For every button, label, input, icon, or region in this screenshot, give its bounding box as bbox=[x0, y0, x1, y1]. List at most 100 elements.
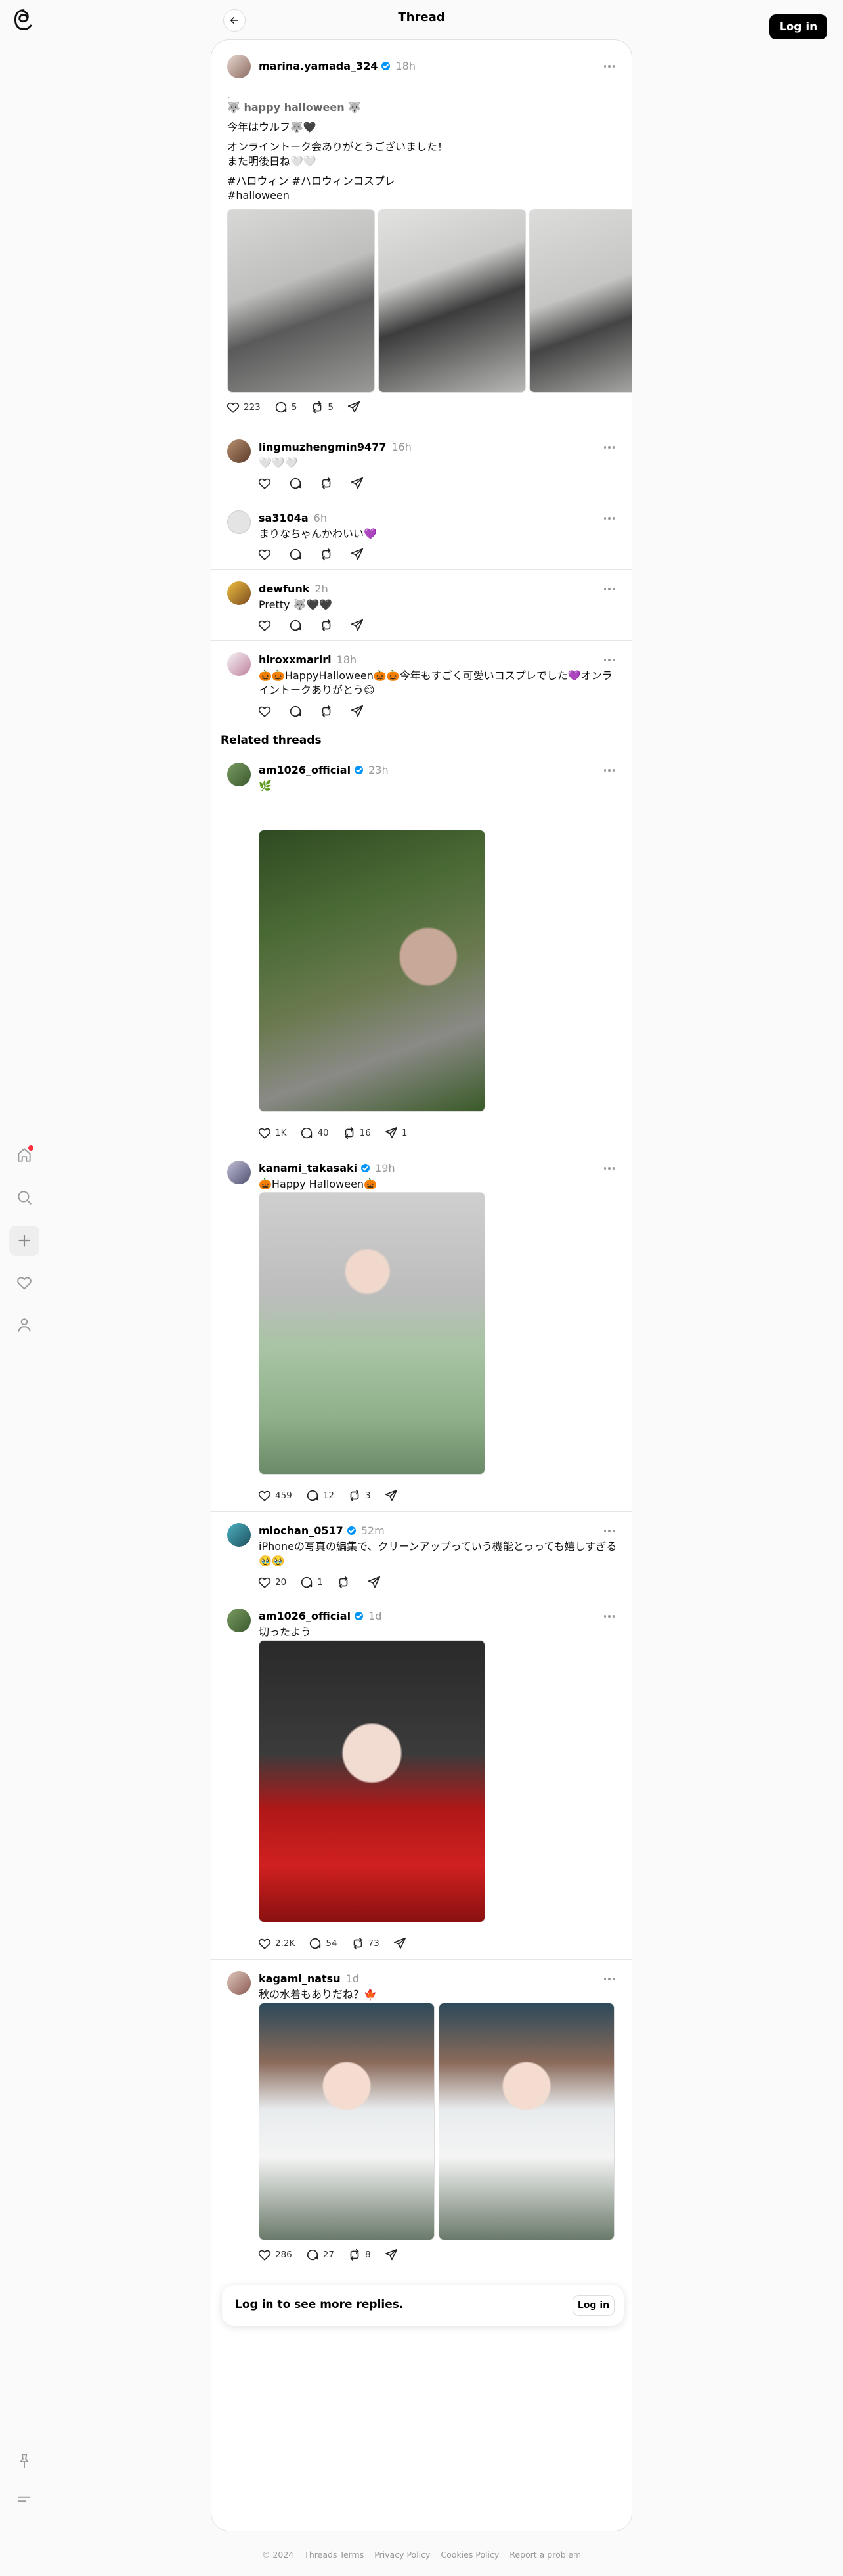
avatar[interactable] bbox=[227, 55, 251, 78]
post-author[interactable]: kagami_natsu 1d bbox=[259, 1972, 359, 1985]
home-icon[interactable] bbox=[9, 1140, 39, 1170]
share-button[interactable]: 1 bbox=[384, 1126, 407, 1140]
reply-button[interactable]: 54 bbox=[308, 1936, 337, 1951]
share-button[interactable] bbox=[350, 476, 368, 491]
post-photo[interactable] bbox=[439, 2003, 615, 2240]
login-button[interactable]: Log in bbox=[769, 14, 827, 39]
post-photo[interactable] bbox=[529, 209, 632, 393]
avatar[interactable] bbox=[227, 652, 251, 676]
copyright: © 2024 bbox=[261, 2550, 294, 2560]
post-photo[interactable] bbox=[259, 830, 485, 1112]
user-icon[interactable] bbox=[9, 1310, 39, 1340]
related-post: kagami_natsu 1d 秋の水着もありだね？🍁 286 27 8 bbox=[211, 1959, 632, 2273]
footer-link-terms[interactable]: Threads Terms bbox=[304, 2550, 364, 2560]
post-line: オンライントーク会ありがとうございました！ bbox=[227, 141, 448, 153]
post-author[interactable]: am1026_official 1d bbox=[259, 1610, 381, 1622]
reply-author[interactable]: lingmuzhengmin9477 16h bbox=[259, 441, 412, 453]
like-button[interactable] bbox=[257, 547, 275, 562]
repost-button[interactable]: 3 bbox=[347, 1488, 371, 1503]
plus-icon[interactable] bbox=[9, 1226, 39, 1256]
like-button[interactable] bbox=[257, 704, 275, 719]
footer-link-privacy[interactable]: Privacy Policy bbox=[374, 2550, 430, 2560]
footer-link-cookies[interactable]: Cookies Policy bbox=[441, 2550, 499, 2560]
more-icon[interactable] bbox=[601, 443, 617, 451]
more-icon[interactable] bbox=[601, 656, 617, 664]
like-button[interactable]: 20 bbox=[257, 1575, 286, 1589]
reply-button[interactable]: 5 bbox=[274, 400, 297, 414]
share-icon bbox=[350, 704, 364, 719]
reply-author[interactable]: sa3104a 6h bbox=[259, 512, 327, 524]
more-icon[interactable] bbox=[601, 1975, 617, 1983]
avatar[interactable] bbox=[227, 510, 251, 534]
avatar[interactable] bbox=[227, 1523, 251, 1547]
repost-button[interactable] bbox=[319, 704, 337, 719]
more-icon[interactable] bbox=[601, 1527, 617, 1535]
more-icon[interactable] bbox=[601, 585, 617, 593]
login-prompt-button[interactable]: Log in bbox=[573, 2295, 615, 2316]
reply-button[interactable] bbox=[288, 547, 306, 562]
reply-button[interactable]: 27 bbox=[305, 2248, 334, 2262]
post-author[interactable]: marina.yamada_324 18h bbox=[259, 60, 416, 72]
reply-button[interactable]: 1 bbox=[299, 1575, 323, 1589]
post-photo[interactable] bbox=[378, 209, 526, 393]
avatar[interactable] bbox=[227, 1161, 251, 1184]
footer-link-report[interactable]: Report a problem bbox=[509, 2550, 581, 2560]
repost-button[interactable]: 8 bbox=[347, 2248, 371, 2262]
more-icon[interactable] bbox=[601, 766, 617, 774]
like-button[interactable]: 223 bbox=[226, 400, 261, 414]
search-icon[interactable] bbox=[9, 1182, 39, 1212]
reply-author[interactable]: dewfunk 2h bbox=[259, 583, 328, 595]
avatar[interactable] bbox=[227, 439, 251, 463]
share-button[interactable] bbox=[367, 1575, 385, 1589]
repost-button[interactable]: 16 bbox=[342, 1126, 371, 1140]
reply-button[interactable] bbox=[288, 618, 306, 633]
share-button[interactable] bbox=[384, 1488, 402, 1503]
threads-logo-icon[interactable] bbox=[12, 8, 35, 32]
like-button[interactable] bbox=[257, 476, 275, 491]
heart-icon[interactable] bbox=[9, 1268, 39, 1298]
share-button[interactable] bbox=[350, 547, 368, 562]
share-button[interactable] bbox=[350, 618, 368, 633]
share-button[interactable] bbox=[384, 2248, 402, 2262]
repost-button[interactable] bbox=[336, 1575, 354, 1589]
avatar[interactable] bbox=[227, 1609, 251, 1632]
reply-button[interactable]: 40 bbox=[299, 1126, 329, 1140]
more-icon[interactable] bbox=[601, 1612, 617, 1620]
post-author[interactable]: am1026_official 23h bbox=[259, 764, 389, 776]
back-button[interactable] bbox=[223, 9, 246, 32]
avatar[interactable] bbox=[227, 763, 251, 786]
pin-icon[interactable] bbox=[9, 2446, 39, 2476]
more-icon[interactable] bbox=[601, 514, 617, 522]
reply-icon bbox=[299, 1575, 314, 1589]
repost-button[interactable]: 73 bbox=[351, 1936, 379, 1951]
post-author[interactable]: kanami_takasaki 19h bbox=[259, 1162, 395, 1174]
post-author[interactable]: miochan_0517 52m bbox=[259, 1524, 385, 1537]
reply-button[interactable] bbox=[288, 704, 306, 719]
post-photo[interactable] bbox=[259, 1192, 485, 1475]
like-button[interactable] bbox=[257, 618, 275, 633]
reply-button[interactable] bbox=[288, 476, 306, 491]
share-button[interactable] bbox=[393, 1936, 410, 1951]
post-photo[interactable] bbox=[259, 1640, 485, 1922]
reply-author[interactable]: hiroxxmariri 18h bbox=[259, 654, 357, 666]
repost-button[interactable]: 5 bbox=[310, 400, 334, 414]
repost-button[interactable] bbox=[319, 476, 337, 491]
like-button[interactable]: 286 bbox=[257, 2248, 292, 2262]
menu-icon[interactable] bbox=[9, 2484, 39, 2514]
like-button[interactable]: 2.2K bbox=[257, 1936, 295, 1951]
like-button[interactable]: 459 bbox=[257, 1488, 292, 1503]
repost-button[interactable] bbox=[319, 618, 337, 633]
more-icon[interactable] bbox=[601, 62, 617, 70]
like-button[interactable]: 1K bbox=[257, 1126, 286, 1140]
avatar[interactable] bbox=[227, 581, 251, 605]
share-button[interactable] bbox=[350, 704, 368, 719]
post-photo[interactable] bbox=[259, 2003, 435, 2240]
more-icon[interactable] bbox=[601, 1165, 617, 1172]
share-button[interactable] bbox=[347, 400, 364, 414]
post-actions: 1K 40 16 1 bbox=[257, 1125, 420, 1141]
repost-button[interactable] bbox=[319, 547, 337, 562]
reply-button[interactable]: 12 bbox=[305, 1488, 334, 1503]
post-photo[interactable] bbox=[227, 209, 375, 393]
reply-icon bbox=[288, 476, 303, 491]
avatar[interactable] bbox=[227, 1971, 251, 1995]
